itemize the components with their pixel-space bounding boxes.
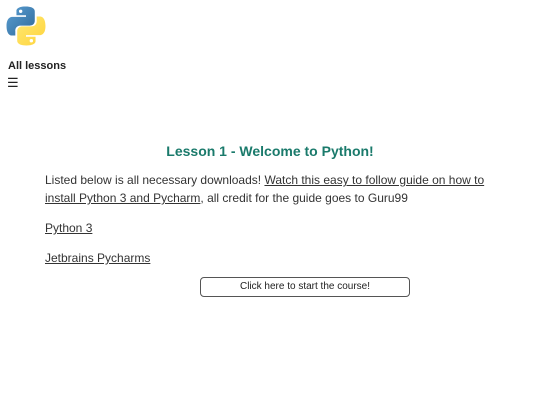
intro-text: Listed below is all necessary downloads! [45,173,265,187]
credit-text: , all credit for the guide goes to Guru9… [200,191,408,205]
page: All lessons ☰ Lesson 1 - Welcome to Pyth… [0,0,540,405]
python3-download-link[interactable]: Python 3 [45,221,92,235]
pycharm-download-link[interactable]: Jetbrains Pycharms [45,251,150,265]
all-lessons-link[interactable]: All lessons [8,60,66,72]
download-item: Python 3 [45,219,92,237]
hamburger-menu-icon[interactable]: ☰ [7,75,19,91]
python-logo-icon[interactable] [5,5,47,47]
lesson-title: Lesson 1 - Welcome to Python! [166,143,374,159]
downloads-intro: Listed below is all necessary downloads!… [45,171,495,207]
lesson-content: Listed below is all necessary downloads!… [45,171,495,265]
download-item: Jetbrains Pycharms [45,249,150,267]
start-course-button[interactable]: Click here to start the course! [200,277,410,297]
